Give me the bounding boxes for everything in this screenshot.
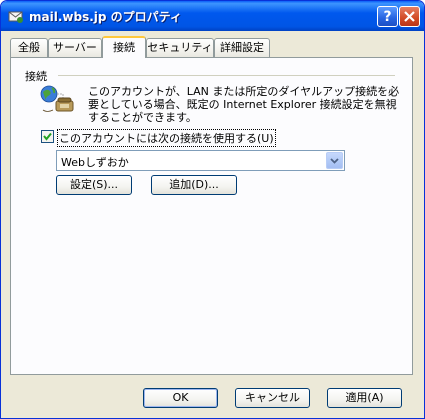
connection-select-value: Webしずおか	[61, 156, 129, 169]
mail-account-icon	[8, 11, 23, 23]
group-divider	[58, 75, 395, 76]
connection-description: このアカウントが、LAN または所定のダイヤルアップ接続を必要としている場合、既…	[88, 85, 400, 124]
globe-phone-icon	[40, 85, 74, 112]
connection-group-label: 接続	[25, 70, 47, 83]
help-icon: ?	[383, 8, 392, 25]
tab-connection[interactable]: 接続	[102, 36, 146, 58]
cancel-button[interactable]: キャンセル	[235, 388, 310, 408]
use-connection-checkbox[interactable]	[41, 130, 54, 143]
use-connection-label[interactable]: このアカウントには次の接続を使用する(U)	[57, 129, 276, 147]
connection-select-dropdown-button[interactable]	[326, 152, 343, 169]
settings-button[interactable]: 設定(S)...	[56, 175, 132, 195]
checkmark-icon	[43, 132, 52, 141]
chevron-down-icon	[330, 157, 339, 164]
apply-button[interactable]: 適用(A)	[327, 388, 402, 408]
close-button[interactable]	[399, 6, 420, 27]
close-icon	[404, 11, 415, 22]
tab-server[interactable]: サーバー	[48, 38, 102, 57]
tab-general[interactable]: 全般	[10, 38, 48, 57]
tab-security[interactable]: セキュリティ	[146, 38, 214, 57]
add-button[interactable]: 追加(D)...	[151, 175, 237, 195]
help-button[interactable]: ?	[377, 6, 398, 27]
tab-advanced[interactable]: 詳細設定	[214, 38, 270, 57]
connection-tab-panel: 接続 このアカウントが、LAN または所定のダイヤルアップ接続を必要としている場…	[10, 57, 413, 375]
connection-select[interactable]: Webしずおか	[56, 150, 345, 171]
properties-dialog: mail.wbs.jp のプロパティ ? 全般 サーバー 接続 セキュリティ 詳…	[0, 0, 425, 419]
title-bar[interactable]: mail.wbs.jp のプロパティ ?	[1, 1, 424, 31]
window-title: mail.wbs.jp のプロパティ	[29, 10, 182, 24]
ok-button[interactable]: OK	[143, 388, 218, 408]
